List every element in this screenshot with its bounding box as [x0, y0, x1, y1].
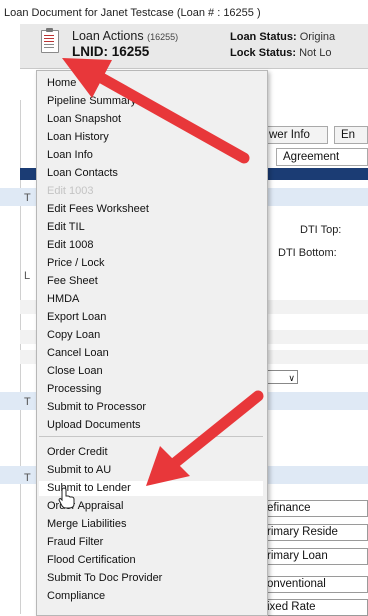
menu-item-submit-to-processor[interactable]: Submit to Processor [47, 401, 146, 414]
menu-item-copy-loan[interactable]: Copy Loan [47, 329, 100, 342]
menu-item-processing[interactable]: Processing [47, 383, 101, 396]
dti-bottom-label: DTI Bottom: [278, 247, 337, 259]
section-label: T [24, 396, 31, 408]
loan-status: Loan Status: Origina [230, 31, 368, 43]
menu-item-pipeline-summary[interactable]: Pipeline Summary [47, 95, 136, 108]
chevron-down-icon: ∨ [288, 373, 295, 383]
menu-item-close-loan[interactable]: Close Loan [47, 365, 103, 378]
loan-status-value: Origina [299, 31, 336, 43]
window-title: Loan Document for Janet Testcase (Loan #… [4, 7, 261, 19]
menu-item-upload-documents[interactable]: Upload Documents [47, 419, 141, 432]
lock-status-value: Not Lo [299, 47, 332, 59]
menu-item-order-credit[interactable]: Order Credit [47, 446, 108, 459]
dti-top-label: DTI Top: [300, 224, 342, 236]
menu-item-edit-1003: Edit 1003 [47, 185, 94, 197]
menu-item-price-lock[interactable]: Price / Lock [47, 257, 104, 270]
menu-item-flood-certification[interactable]: Flood Certification [47, 554, 136, 567]
tab-borrower-info[interactable]: wer Info [262, 126, 328, 144]
loan-type-field[interactable]: onventional [262, 576, 368, 593]
loan-actions-count: (16255) [147, 32, 179, 42]
menu-item-merge-liabilities[interactable]: Merge Liabilities [47, 518, 126, 531]
menu-item-submit-to-au[interactable]: Submit to AU [47, 464, 111, 477]
loan-status-label: Loan Status: [230, 31, 297, 43]
menu-item-edit-fees-worksheet[interactable]: Edit Fees Worksheet [47, 203, 149, 216]
loan-actions-label: Loan Actions [72, 29, 144, 43]
hand-cursor-icon [58, 487, 75, 509]
document-icon[interactable] [41, 28, 59, 53]
lien-position-field[interactable]: rimary Loan [262, 548, 368, 565]
menu-item-fraud-filter[interactable]: Fraud Filter [47, 536, 103, 549]
lock-status: Lock Status: Not Lo [230, 47, 368, 59]
tab-agreement[interactable]: Agreement [276, 148, 368, 166]
loan-actions-menu-button[interactable]: Loan Actions (16255) [72, 29, 178, 43]
menu-item-edit-1008[interactable]: Edit 1008 [47, 239, 93, 252]
menu-item-loan-history[interactable]: Loan History [47, 131, 109, 144]
tab-employment[interactable]: En [334, 126, 368, 144]
menu-item-export-loan[interactable]: Export Loan [47, 311, 106, 324]
amortization-field[interactable]: ixed Rate [262, 599, 368, 616]
menu-item-edit-til[interactable]: Edit TIL [47, 221, 85, 234]
loan-purpose-field[interactable]: efinance [262, 500, 368, 517]
menu-item-fee-sheet[interactable]: Fee Sheet [47, 275, 98, 288]
lnid-label: LNID: 16255 [72, 44, 150, 59]
menu-item-cancel-loan[interactable]: Cancel Loan [47, 347, 109, 360]
menu-item-compliance[interactable]: Compliance [47, 590, 105, 603]
section-label: T [24, 472, 31, 484]
menu-item-hmda[interactable]: HMDA [47, 293, 79, 306]
menu-item-submit-to-doc-provider[interactable]: Submit To Doc Provider [47, 572, 162, 585]
loan-actions-dropdown: Home Pipeline Summary Loan Snapshot Loan… [36, 70, 268, 616]
menu-item-home[interactable]: Home [47, 77, 76, 90]
section-label: T [24, 192, 31, 204]
menu-separator [39, 436, 263, 437]
section-label: L [24, 270, 31, 282]
menu-item-loan-contacts[interactable]: Loan Contacts [47, 167, 118, 180]
menu-item-loan-snapshot[interactable]: Loan Snapshot [47, 113, 121, 126]
lock-status-label: Lock Status: [230, 47, 297, 59]
menu-item-loan-info[interactable]: Loan Info [47, 149, 93, 162]
occupancy-field[interactable]: rimary Reside [262, 524, 368, 541]
